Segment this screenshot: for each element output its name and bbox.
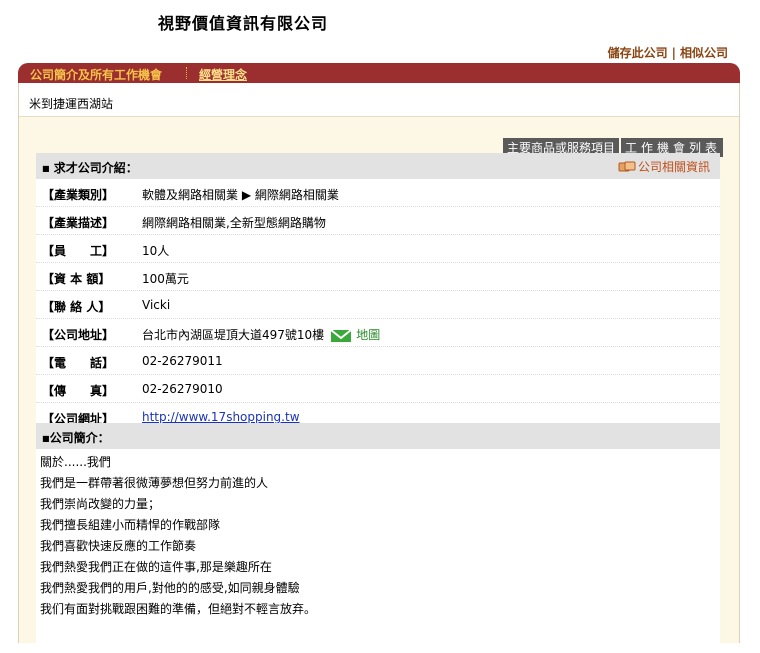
info-key: 【產業類別】 — [42, 188, 115, 202]
info-value-text: 軟體及網路相關業 ▶ 網際網路相關業 — [142, 188, 339, 202]
info-value: 10人 — [142, 242, 169, 259]
tab-bar: 公司簡介及所有工作機會 經營理念 — [18, 63, 740, 83]
company-info-table: 【產業類別】 軟體及網路相關業 ▶ 網際網路相關業【產業描述】 網際網路相關業,全新… — [36, 179, 720, 431]
profile-line: 我們崇尚改變的力量； — [40, 497, 161, 511]
info-key: 【傳 真】 — [42, 384, 115, 398]
link-separator: | — [671, 46, 676, 60]
top-links: 儲存此公司 | 相似公司 — [608, 44, 728, 61]
info-value: Vicki — [142, 298, 170, 312]
company-website-link[interactable]: http://www.17shopping.tw — [142, 410, 300, 424]
profile-line: 我們擅長組建小而精悍的作戰部隊 — [40, 518, 221, 532]
company-panel: ■ 求才公司介紹： 公司相關資訊 【產業類別】 軟體及網路相關業 ▶ 網際網路相關… — [36, 153, 720, 653]
save-company-link[interactable]: 儲存此公司 — [608, 46, 668, 60]
tab-business-philosophy[interactable]: 經營理念 — [199, 66, 247, 83]
profile-line: 我們熱愛我們的用戶,對他的的感受,如同親身體驗 — [40, 581, 300, 595]
company-intro-header: ■ 求才公司介紹： 公司相關資訊 — [36, 153, 720, 179]
info-value: 02-26279011 — [142, 354, 223, 368]
info-value-text: 100萬元 — [142, 272, 189, 286]
info-row: 【電 話】 02-26279011 — [36, 347, 720, 375]
profile-line: 我们有面對挑戰跟困難的準備，但絕對不輕言放弃。 — [40, 602, 317, 616]
info-row: 【產業類別】 軟體及網路相關業 ▶ 網際網路相關業 — [36, 179, 720, 207]
company-intro-title: ■ 求才公司介紹： — [42, 161, 138, 175]
info-value: 台北市內湖區堤頂大道497號10樓 地圖 — [142, 326, 380, 343]
map-envelope-icon — [330, 329, 352, 342]
info-value: 軟體及網路相關業 ▶ 網際網路相關業 — [142, 186, 339, 203]
info-row: 【聯 絡 人】 Vicki — [36, 291, 720, 319]
info-row: 【傳 真】 02-26279010 — [36, 375, 720, 403]
profile-line: 我們熱愛我們正在做的這件事,那是樂趣所在 — [40, 560, 272, 574]
info-value-text: Vicki — [142, 298, 171, 312]
related-info-link[interactable]: 公司相關資訊 — [618, 158, 710, 175]
content-frame: 米到捷運西湖站 主要商品或服務項目 工作機會列表 ■ 求才公司介紹： 公司相關資訊… — [18, 83, 740, 653]
info-key: 【電 話】 — [42, 356, 115, 370]
similar-companies-link[interactable]: 相似公司 — [680, 46, 728, 60]
info-row: 【公司地址】 台北市內湖區堤頂大道497號10樓 地圖 — [36, 319, 720, 347]
info-row: 【員 工】 10人 — [36, 235, 720, 263]
notice-bar: 米到捷運西湖站 — [19, 83, 739, 117]
info-key: 【聯 絡 人】 — [42, 300, 111, 314]
profile-line: 我們喜歡快速反應的工作節奏 — [40, 539, 197, 553]
info-value-text: 10人 — [142, 244, 170, 258]
square-bullet-icon: ■ — [42, 164, 50, 173]
company-title: 視野價值資訊有限公司 — [158, 14, 329, 33]
info-row: 【產業描述】 網際網路相關業,全新型態網路購物 — [36, 207, 720, 235]
square-bullet-icon: ■ — [42, 434, 50, 443]
info-value-text: 網際網路相關業,全新型態網路購物 — [142, 216, 326, 230]
info-value-text: 02-26279011 — [142, 354, 223, 368]
notice-text: 米到捷運西湖站 — [29, 97, 114, 111]
info-value-text: 02-26279010 — [142, 382, 223, 396]
tab-divider — [186, 67, 187, 79]
map-link[interactable]: 地圖 — [356, 328, 380, 342]
info-row: 【資 本 額】 100萬元 — [36, 263, 720, 291]
company-profile-text: 關於......我們我們是一群帶著很微薄夢想但努力前進的人 我們崇尚改變的力量； 我… — [40, 452, 716, 620]
profile-line: 我們是一群帶著很微薄夢想但努力前進的人 — [40, 476, 269, 490]
info-key: 【資 本 額】 — [42, 272, 111, 286]
info-key: 【產業描述】 — [42, 216, 115, 230]
tab-company-intro[interactable]: 公司簡介及所有工作機會 — [30, 66, 162, 83]
info-value: 100萬元 — [142, 270, 189, 287]
company-profile-header: ■公司簡介： — [36, 423, 720, 449]
company-profile-title: ■公司簡介： — [42, 431, 110, 445]
info-value: http://www.17shopping.tw — [142, 410, 300, 424]
info-value-text: 台北市內湖區堤頂大道497號10樓 — [142, 328, 325, 342]
info-value: 02-26279010 — [142, 382, 223, 396]
profile-line: 關於......我們 — [40, 455, 111, 469]
info-key: 【員 工】 — [42, 244, 115, 258]
related-info-icon — [618, 161, 636, 172]
info-key: 【公司地址】 — [42, 328, 115, 342]
info-value: 網際網路相關業,全新型態網路購物 — [142, 214, 326, 231]
